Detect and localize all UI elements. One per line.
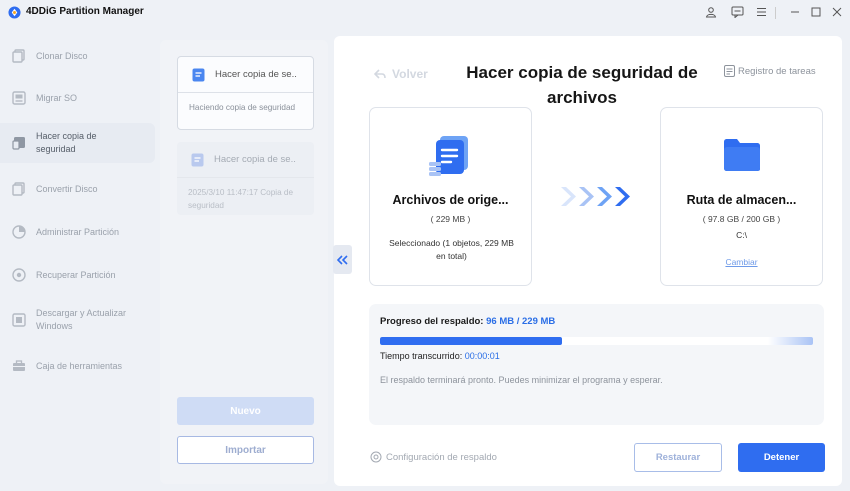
task-panel: Hacer copia de se.. Haciendo copia de se… xyxy=(160,40,328,484)
sidebar-item-label: Clonar Disco xyxy=(36,51,88,61)
back-label: Volver xyxy=(392,67,428,81)
menu-icon[interactable] xyxy=(753,4,769,20)
user-icon[interactable] xyxy=(703,4,719,20)
title-divider xyxy=(775,7,776,19)
sidebar-item-convertir-disco[interactable]: Convertir Disco xyxy=(0,179,155,199)
feedback-icon[interactable] xyxy=(729,4,745,20)
minimize-icon[interactable] xyxy=(787,4,803,20)
sidebar-item-label: Recuperar Partición xyxy=(36,270,116,280)
sidebar-item-label: Administrar Partición xyxy=(36,227,120,237)
restore-button[interactable]: Restaurar xyxy=(634,443,722,472)
document-icon xyxy=(192,68,205,82)
app-title: 4DDiG Partition Manager xyxy=(26,6,144,17)
sidebar-item-hacer-copia[interactable]: Hacer copia de seguridad xyxy=(0,123,155,163)
main-panel: Volver Hacer copia de seguridad de archi… xyxy=(334,36,842,486)
convert-disk-icon xyxy=(12,182,25,196)
transfer-arrows-icon xyxy=(561,187,630,206)
destination-title: Ruta de almacen... xyxy=(686,193,797,207)
change-destination-link[interactable]: Cambiar xyxy=(661,257,822,267)
sidebar-item-label: Descargar y Actualizar Windows xyxy=(36,308,127,331)
task-log-button[interactable]: Registro de tareas xyxy=(724,65,816,77)
source-detail: Seleccionado (1 objetos, 229 MB en total… xyxy=(389,238,514,261)
task-title: Hacer copia de se.. xyxy=(215,69,297,80)
sidebar-item-migrar-so[interactable]: Migrar SO xyxy=(0,88,155,108)
recover-partition-icon xyxy=(12,268,26,282)
sidebar-item-caja-herramientas[interactable]: Caja de herramientas xyxy=(0,356,155,376)
double-chevron-left-icon xyxy=(337,254,348,265)
destination-size: ( 97.8 GB / 200 GB ) xyxy=(702,214,781,224)
stop-button[interactable]: Detener xyxy=(738,443,825,472)
sidebar-item-recuperar-particion[interactable]: Recuperar Partición xyxy=(0,265,155,285)
partition-icon xyxy=(12,225,26,239)
source-title: Archivos de orige... xyxy=(392,193,509,207)
progress-bar xyxy=(380,337,813,345)
collapse-panel-button[interactable] xyxy=(333,245,352,274)
progress-note: El respaldo terminará pronto. Puedes min… xyxy=(380,375,663,385)
sidebar-item-label: Convertir Disco xyxy=(36,184,98,194)
sidebar-item-clonar-disco[interactable]: Clonar Disco xyxy=(0,46,155,66)
sidebar: Clonar Disco Migrar SO Hacer copia de se… xyxy=(0,36,158,476)
task-card-previous[interactable]: Hacer copia de se.. 2025/3/10 11:47:17 C… xyxy=(177,142,314,215)
close-icon[interactable] xyxy=(829,4,845,20)
elapsed-time: Tiempo transcurrido: 00:00:01 xyxy=(380,351,500,361)
sidebar-item-label: Migrar SO xyxy=(36,93,78,103)
backup-config-button[interactable]: Configuración de respaldo xyxy=(370,451,497,463)
progress-value: 96 MB / 229 MB xyxy=(486,316,556,327)
import-button[interactable]: Importar xyxy=(177,436,314,464)
title-bar: 4DDiG Partition Manager xyxy=(0,0,850,26)
task-subtitle: 2025/3/10 11:47:17 Copia de seguridad xyxy=(188,188,294,210)
task-log-label: Registro de tareas xyxy=(738,65,816,77)
task-title: Hacer copia de se.. xyxy=(214,154,296,165)
back-button[interactable]: Volver xyxy=(374,67,428,81)
progress-card: Progreso del respaldo: 96 MB / 229 MB Ti… xyxy=(369,304,824,425)
sidebar-item-descargar-windows[interactable]: Descargar y Actualizar Windows xyxy=(0,304,155,336)
task-card-header: Hacer copia de se.. xyxy=(177,142,314,178)
destination-drive: C:\ xyxy=(736,230,747,240)
clone-disk-icon xyxy=(12,49,25,63)
files-stack-icon xyxy=(429,136,468,176)
task-card-current[interactable]: Hacer copia de se.. Haciendo copia de se… xyxy=(177,56,314,130)
elapsed-label: Tiempo transcurrido: xyxy=(380,351,463,361)
source-box[interactable]: Archivos de orige... ( 229 MB ) Seleccio… xyxy=(369,107,532,286)
sidebar-item-label: Caja de herramientas xyxy=(36,361,123,371)
sidebar-item-administrar-particion[interactable]: Administrar Partición xyxy=(0,222,155,242)
page-title: Hacer copia de seguridad de archivos xyxy=(466,63,698,107)
app-logo-icon xyxy=(8,6,21,19)
sidebar-item-label: Hacer copia de seguridad xyxy=(36,131,97,154)
migrate-os-icon xyxy=(12,91,26,105)
progress-label: Progreso del respaldo: 96 MB / 229 MB xyxy=(380,316,555,327)
document-icon xyxy=(191,153,204,167)
task-subtitle: Haciendo copia de seguridad xyxy=(189,103,296,112)
backup-config-label: Configuración de respaldo xyxy=(386,451,497,463)
task-log-icon xyxy=(724,65,735,77)
progress-bar-highlight xyxy=(768,337,813,345)
source-size: ( 229 MB ) xyxy=(430,214,471,224)
back-arrow-icon xyxy=(374,69,386,79)
download-windows-icon xyxy=(12,313,26,327)
elapsed-value: 00:00:01 xyxy=(464,351,500,361)
backup-icon xyxy=(12,137,25,150)
progress-bar-fill xyxy=(380,337,562,345)
maximize-icon[interactable] xyxy=(808,4,824,20)
gear-icon xyxy=(370,451,382,463)
toolbox-icon xyxy=(13,360,25,371)
progress-label-text: Progreso del respaldo: xyxy=(380,316,484,327)
task-card-header: Hacer copia de se.. xyxy=(178,57,313,93)
destination-box[interactable]: Ruta de almacen... ( 97.8 GB / 200 GB ) … xyxy=(660,107,823,286)
new-task-button[interactable]: Nuevo xyxy=(177,397,314,425)
folder-icon xyxy=(724,139,760,171)
